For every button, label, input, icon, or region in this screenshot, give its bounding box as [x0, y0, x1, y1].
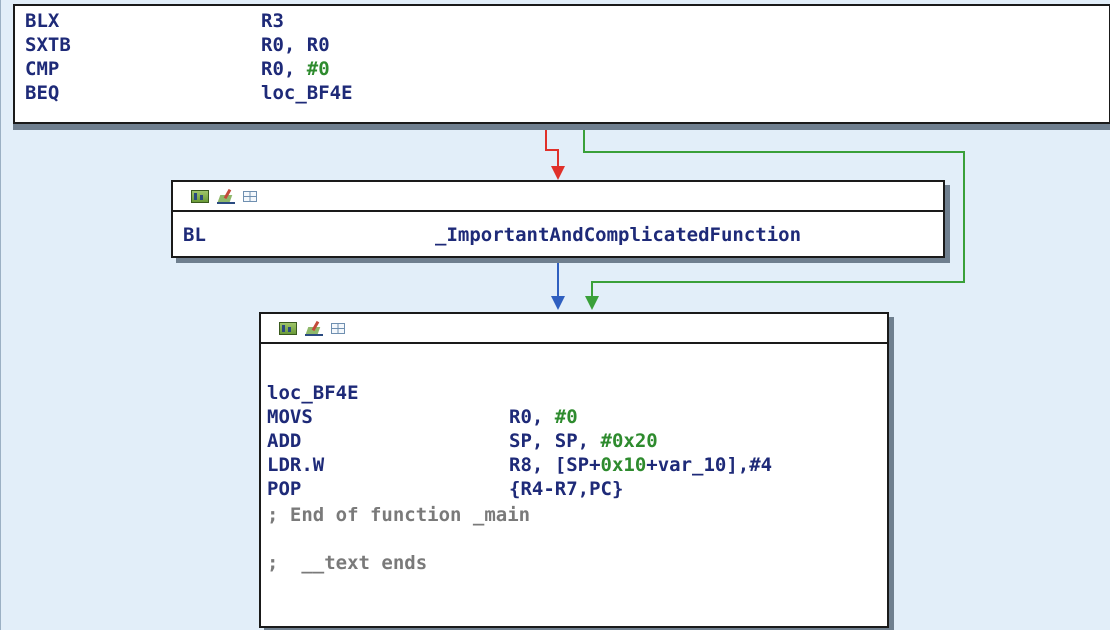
instruction-mnemonic: ADD: [267, 430, 302, 452]
instruction-mnemonic: MOVS: [267, 406, 313, 428]
operand-register: R0,: [261, 58, 307, 80]
branch-target-label[interactable]: loc_BF4E: [261, 82, 353, 104]
top-code-block[interactable]: BLX R3 SXTB R0, R0 CMP R0, #0 BEQ loc_BF…: [13, 4, 1110, 124]
instruction-operand: SP, SP, #0x20: [509, 430, 658, 452]
operand-register: SP, SP,: [509, 430, 601, 452]
edge-false-branch: [545, 122, 559, 170]
operand-immediate: #0x20: [600, 430, 658, 452]
segment-end-comment: ; __text ends: [267, 552, 428, 574]
instruction-mnemonic: BEQ: [25, 82, 60, 104]
instruction-mnemonic: SXTB: [25, 34, 71, 56]
edit-node-icon[interactable]: [305, 321, 323, 336]
instruction-operand: R0, #0: [261, 58, 330, 80]
node-header: [261, 314, 887, 344]
node-grid-icon[interactable]: [243, 190, 257, 202]
edge-false-arrowhead: [551, 166, 565, 180]
instruction-operand: R0, #0: [509, 406, 578, 428]
instruction-operand: R0, R0: [261, 34, 330, 56]
graph-view-canvas[interactable]: BLX R3 SXTB R0, R0 CMP R0, #0 BEQ loc_BF…: [0, 0, 1110, 630]
graph-overview-icon[interactable]: [191, 189, 209, 203]
edge-true-arrowhead: [585, 296, 599, 310]
edge-unconditional-arrowhead: [551, 296, 565, 310]
call-code-block[interactable]: BL _ImportantAndComplicatedFunction: [171, 180, 945, 258]
edit-node-icon[interactable]: [217, 189, 235, 204]
node-header: [173, 182, 943, 212]
instruction-operand: {R4-R7,PC}: [509, 478, 624, 500]
operand-variable: +var_10],: [646, 454, 750, 476]
graph-overview-icon[interactable]: [279, 321, 297, 335]
function-end-comment: ; End of function _main: [267, 504, 531, 526]
instruction-mnemonic: CMP: [25, 58, 60, 80]
instruction-operand: R3: [261, 10, 284, 32]
instruction-mnemonic: POP: [267, 478, 302, 500]
instruction-mnemonic: BLX: [25, 10, 60, 32]
instruction-operand: R8, [SP+0x10+var_10],#4: [509, 454, 772, 476]
operand-immediate: #0: [306, 58, 330, 80]
operand-register: R0,: [509, 406, 555, 428]
exit-code-block[interactable]: loc_BF4E MOVS R0, #0 ADD SP, SP, #0x20 L…: [259, 312, 889, 628]
operand-register: R8, [SP+: [509, 454, 601, 476]
code-label[interactable]: loc_BF4E: [267, 382, 359, 404]
instruction-mnemonic: LDR.W: [267, 454, 325, 476]
node-grid-icon[interactable]: [331, 322, 345, 334]
instruction-mnemonic: BL: [183, 224, 206, 246]
call-target-function[interactable]: _ImportantAndComplicatedFunction: [435, 224, 801, 246]
operand-immediate: #0: [554, 406, 578, 428]
operand-immediate: #4: [749, 454, 773, 476]
operand-offset: 0x10: [600, 454, 647, 476]
